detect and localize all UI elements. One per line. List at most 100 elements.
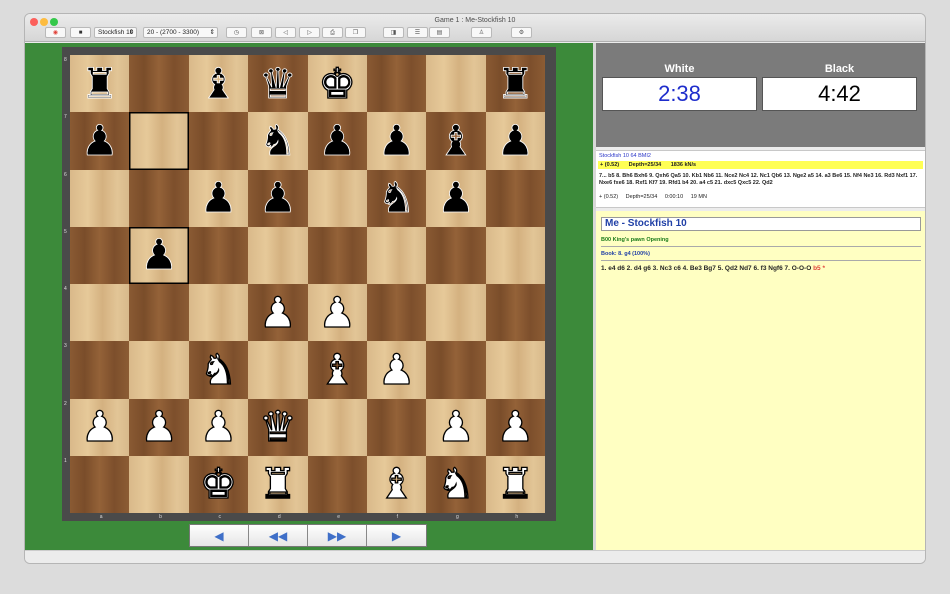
square-a2[interactable]: ♟ 2 — [64, 398, 130, 456]
square-g5[interactable] — [426, 226, 486, 284]
white-knight-icon[interactable]: ♞ — [199, 348, 238, 391]
square-a5[interactable]: 5 — [64, 226, 130, 284]
settings-button[interactable]: ⚙ — [511, 27, 532, 38]
square-d8[interactable]: ♛ — [248, 55, 308, 113]
last-move-button[interactable]: ▶ — [367, 525, 426, 546]
square-e7[interactable]: ♟ — [307, 112, 367, 170]
black-pawn-icon[interactable]: ♟ — [259, 176, 297, 219]
white-rook-icon[interactable]: ♜ — [258, 462, 297, 505]
square-d4[interactable]: ♟ — [248, 284, 308, 342]
show-panel-button[interactable]: ◨ — [383, 27, 404, 38]
black-pawn-icon[interactable]: ♟ — [199, 176, 237, 219]
notation-button[interactable]: ▤ — [429, 27, 450, 38]
move-text[interactable]: 1. e4 d6 2. d4 g6 3. Nc3 c6 4. Be3 Bg7 5… — [601, 265, 811, 272]
next-move-button[interactable]: ▶▶ — [308, 525, 367, 546]
black-bishop-icon[interactable]: ♝ — [199, 62, 237, 105]
square-h4[interactable] — [485, 284, 545, 342]
white-pawn-icon[interactable]: ♟ — [496, 405, 535, 448]
square-e5[interactable] — [307, 226, 367, 284]
square-d1[interactable]: ♜ d — [248, 455, 308, 520]
white-pawn-icon[interactable]: ♟ — [80, 405, 119, 448]
square-e2[interactable] — [307, 398, 367, 456]
square-h1[interactable]: ♜ h — [485, 455, 545, 520]
square-f7[interactable]: ♟ — [366, 112, 427, 170]
white-rook-icon[interactable]: ♜ — [496, 462, 535, 505]
square-f1[interactable]: ♝ f — [366, 455, 427, 520]
square-e3[interactable]: ♝ — [307, 341, 367, 399]
black-knight-icon[interactable]: ♞ — [259, 119, 297, 162]
square-a3[interactable]: 3 — [64, 341, 130, 399]
engine-button[interactable]: ♙ — [471, 27, 492, 38]
square-b3[interactable] — [129, 341, 189, 399]
square-d7[interactable]: ♞ — [248, 112, 308, 170]
black-pawn-icon[interactable]: ♟ — [318, 119, 356, 162]
white-pawn-icon[interactable]: ♟ — [318, 290, 357, 333]
square-h6[interactable] — [485, 169, 545, 227]
square-b6[interactable] — [129, 169, 189, 227]
white-pawn-icon[interactable]: ♟ — [140, 405, 179, 448]
last-move[interactable]: b5 — [813, 265, 821, 272]
square-c7[interactable] — [188, 112, 249, 170]
square-g3[interactable] — [426, 341, 486, 399]
analysis-button[interactable]: ☰ — [407, 27, 428, 38]
forward-button[interactable]: ▷ — [299, 27, 320, 38]
square-c2[interactable]: ♟ — [188, 398, 249, 456]
clock-button[interactable]: ◷ — [226, 27, 247, 38]
square-f4[interactable] — [366, 284, 427, 342]
square-b4[interactable] — [129, 284, 189, 342]
black-pawn-icon[interactable]: ♟ — [140, 233, 178, 276]
square-g2[interactable]: ♟ — [426, 398, 486, 456]
square-h8[interactable]: ♜ — [485, 55, 545, 113]
square-a6[interactable]: 6 — [64, 169, 130, 227]
move-list[interactable]: 1. e4 d6 2. d4 g6 3. Nc3 c6 4. Be3 Bg7 5… — [601, 265, 825, 272]
square-g7[interactable]: ♝ — [426, 112, 486, 170]
black-pawn-icon[interactable]: ♟ — [80, 119, 118, 162]
square-g4[interactable] — [426, 284, 486, 342]
white-pawn-icon[interactable]: ♟ — [436, 405, 475, 448]
square-g6[interactable]: ♟ — [426, 169, 486, 227]
square-h3[interactable] — [485, 341, 545, 399]
black-bishop-icon[interactable]: ♝ — [437, 119, 475, 162]
square-f2[interactable] — [366, 398, 427, 456]
white-bishop-icon[interactable]: ♝ — [318, 348, 357, 391]
engine-select[interactable]: Stockfish 10 ⇕ — [94, 27, 137, 38]
square-h5[interactable] — [485, 226, 545, 284]
copy-button[interactable]: ❐ — [345, 27, 366, 38]
white-pawn-icon[interactable]: ♟ — [199, 405, 238, 448]
square-b2[interactable]: ♟ — [129, 398, 189, 456]
square-c3[interactable]: ♞ — [188, 341, 249, 399]
square-g8[interactable] — [426, 55, 486, 113]
square-f8[interactable] — [366, 55, 427, 113]
black-rook-icon[interactable]: ♜ — [496, 62, 534, 105]
square-e1[interactable]: e — [307, 455, 367, 520]
square-h2[interactable]: ♟ — [485, 398, 545, 456]
previous-move-button[interactable]: ◀◀ — [249, 525, 308, 546]
white-king-icon[interactable]: ♚ — [318, 61, 357, 104]
square-a7[interactable]: ♟ 7 — [64, 112, 130, 170]
first-move-button[interactable]: ◀ — [190, 525, 249, 546]
takeback-button[interactable]: ◁ — [275, 27, 296, 38]
square-e4[interactable]: ♟ — [307, 284, 367, 342]
white-knight-icon[interactable]: ♞ — [436, 462, 475, 505]
white-king-icon[interactable]: ♚ — [199, 462, 238, 505]
chess-board[interactable]: ♜ 8 ♝ ♛ ♚ ♜ ♟ 7 ♞ ♟ ♟ ♝ ♟ 6 ♟ ♟ ♞ ♟ 5 ♟ 4 ♟ ♟ 3 ♞ ♝ ♟ ♟ 2 ♟ ♟ ♛ ♟ ♟ 1 a b ♚ c ♜… — [64, 55, 545, 520]
white-pawn-icon[interactable]: ♟ — [258, 290, 297, 333]
square-a1[interactable]: 1a — [64, 455, 130, 520]
square-c6[interactable]: ♟ — [188, 169, 249, 227]
record-button[interactable]: ◉ — [45, 27, 66, 38]
square-c5[interactable] — [188, 226, 249, 284]
square-g1[interactable]: ♞ g — [426, 455, 486, 520]
square-f6[interactable]: ♞ — [366, 169, 427, 227]
stop-button[interactable]: ■ — [70, 27, 91, 38]
square-d2[interactable]: ♛ — [248, 398, 308, 456]
square-c1[interactable]: ♚ c — [188, 455, 249, 520]
black-queen-icon[interactable]: ♛ — [259, 62, 297, 105]
white-queen-icon[interactable]: ♛ — [258, 405, 297, 448]
square-e8[interactable]: ♚ — [307, 55, 367, 113]
square-a8[interactable]: ♜ 8 — [64, 55, 130, 113]
square-c4[interactable] — [188, 284, 249, 342]
level-select[interactable]: 20 - (2700 - 3300) ⇕ — [143, 27, 218, 38]
white-bishop-icon[interactable]: ♝ — [377, 462, 416, 505]
print-button[interactable]: ⎙ — [322, 27, 343, 38]
square-f3[interactable]: ♟ — [366, 341, 427, 399]
